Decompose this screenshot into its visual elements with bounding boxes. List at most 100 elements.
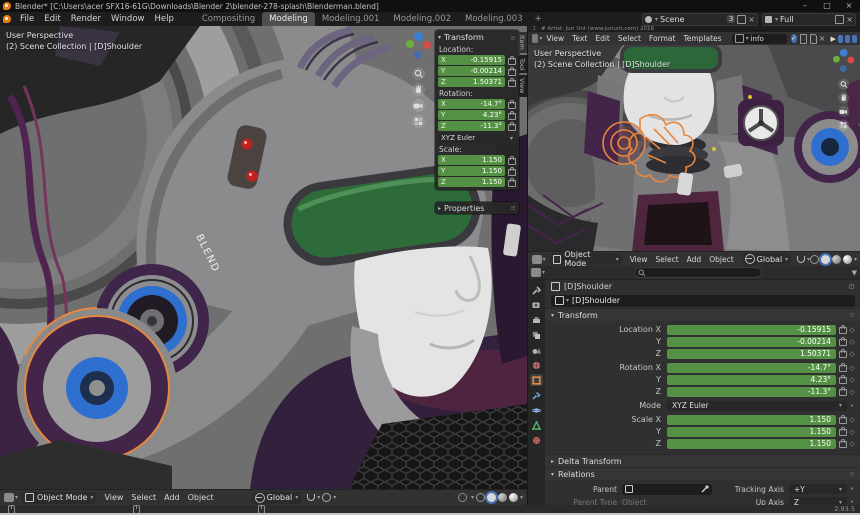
transform-panel-header[interactable]: Transform≡ bbox=[545, 308, 860, 321]
menu-file[interactable]: File bbox=[15, 12, 39, 26]
rotation-z-field[interactable]: Z-11.3° bbox=[438, 121, 505, 131]
tab-object-data[interactable] bbox=[530, 419, 543, 431]
tab-modeling-002[interactable]: Modeling.002 bbox=[386, 12, 458, 26]
scale-y-field[interactable]: Y1.150 bbox=[438, 166, 505, 176]
rotation-x-field[interactable]: X-14.7° bbox=[438, 99, 505, 109]
lock-icon[interactable] bbox=[508, 80, 516, 87]
keyframe-icon[interactable] bbox=[847, 364, 857, 372]
transform-panel-header[interactable]: Transform ≡ bbox=[438, 32, 516, 43]
keyframe-icon[interactable] bbox=[847, 326, 857, 334]
tab-tool[interactable] bbox=[530, 284, 543, 296]
sidebar-tab-tool[interactable]: Tool bbox=[518, 55, 527, 74]
scene-users-badge[interactable]: 3 bbox=[727, 15, 735, 23]
lock-icon[interactable] bbox=[839, 327, 847, 334]
viewport-left-canvas[interactable]: BLEND Us bbox=[0, 26, 527, 490]
navigation-gizmo[interactable] bbox=[403, 32, 433, 62]
editor-type-icon[interactable] bbox=[532, 255, 542, 264]
lock-icon[interactable] bbox=[508, 169, 516, 176]
menu-edit[interactable]: Edit bbox=[39, 12, 65, 26]
pan-hand-button[interactable] bbox=[838, 92, 849, 103]
register-check-icon[interactable]: ✓ bbox=[791, 34, 797, 43]
shading-rendered-button[interactable] bbox=[509, 493, 518, 502]
lock-icon[interactable] bbox=[839, 429, 847, 436]
axis-x-handle[interactable] bbox=[423, 41, 431, 49]
lock-icon[interactable] bbox=[839, 339, 847, 346]
mode-dropdown[interactable]: Object Mode ▾ bbox=[22, 492, 96, 504]
shading-wireframe-button[interactable] bbox=[476, 493, 485, 502]
rotation-x-field[interactable]: -14.7° bbox=[667, 363, 836, 373]
keyframe-icon[interactable] bbox=[847, 388, 857, 396]
location-z-field[interactable]: 1.50371 bbox=[667, 349, 836, 359]
orthographic-grid-button[interactable] bbox=[412, 115, 425, 128]
scale-z-field[interactable]: Z1.150 bbox=[438, 177, 505, 187]
lock-icon[interactable] bbox=[508, 180, 516, 187]
menu-select[interactable]: Select bbox=[127, 490, 160, 505]
breadcrumb-object-name[interactable]: [D]Shoulder bbox=[564, 282, 612, 291]
animate-dot[interactable]: • bbox=[847, 485, 857, 493]
tab-render[interactable] bbox=[530, 299, 543, 311]
rotation-mode-dropdown[interactable]: XYZ Euler▾ bbox=[667, 401, 847, 411]
new-scene-icon[interactable] bbox=[737, 15, 746, 24]
menu-view[interactable]: View bbox=[542, 31, 568, 46]
menu-object[interactable]: Object bbox=[705, 252, 737, 267]
location-y-field[interactable]: Y-0.00214 bbox=[438, 66, 505, 76]
editor-type-icon[interactable] bbox=[4, 493, 14, 502]
pin-icon[interactable]: ⊙ bbox=[848, 282, 855, 291]
menu-object[interactable]: Object bbox=[184, 490, 218, 505]
snap-magnet-icon[interactable] bbox=[797, 256, 805, 263]
sidebar-tab-item[interactable]: Item bbox=[518, 32, 527, 53]
add-workspace-button[interactable]: + bbox=[530, 12, 547, 26]
tab-view-layer[interactable] bbox=[530, 329, 543, 341]
tab-material[interactable] bbox=[530, 434, 543, 446]
transform-orientation-dropdown[interactable]: Global ▾ bbox=[252, 492, 302, 504]
keyframe-icon[interactable] bbox=[847, 440, 857, 448]
syntax-highlight-toggle[interactable] bbox=[852, 35, 857, 43]
axis-neg-handle[interactable] bbox=[414, 51, 422, 59]
editor-type-icon[interactable] bbox=[531, 268, 541, 277]
axis-y-handle[interactable] bbox=[406, 40, 414, 48]
word-wrap-toggle[interactable] bbox=[845, 35, 850, 43]
shading-material-button[interactable] bbox=[832, 255, 841, 264]
rotation-y-field[interactable]: Y4.23° bbox=[438, 110, 505, 120]
new-view-layer-icon[interactable] bbox=[835, 15, 844, 24]
editor-type-icon[interactable] bbox=[532, 34, 538, 43]
menu-format[interactable]: Format bbox=[645, 31, 679, 46]
zoom-button[interactable] bbox=[412, 67, 425, 80]
properties-search-input[interactable] bbox=[634, 267, 762, 278]
shading-solid-button[interactable] bbox=[821, 255, 830, 264]
keyframe-icon[interactable] bbox=[847, 416, 857, 424]
scene-selector[interactable]: ▾ Scene 3 × bbox=[642, 13, 758, 26]
rotation-z-field[interactable]: -11.3° bbox=[667, 387, 836, 397]
view-layer-selector[interactable]: ▾ Full × bbox=[762, 13, 856, 26]
location-x-field[interactable]: -0.15915 bbox=[667, 325, 836, 335]
parent-field[interactable] bbox=[622, 484, 712, 495]
menu-view[interactable]: View bbox=[100, 490, 127, 505]
scale-y-field[interactable]: 1.150 bbox=[667, 427, 836, 437]
eyedropper-icon[interactable] bbox=[701, 485, 709, 493]
transform-orientation-dropdown[interactable]: Global ▾ bbox=[742, 253, 792, 265]
menu-select[interactable]: Select bbox=[652, 252, 683, 267]
close-button[interactable]: × bbox=[838, 0, 860, 12]
navigation-gizmo[interactable] bbox=[831, 49, 857, 75]
tracking-axis-dropdown[interactable]: +Y▾ bbox=[789, 484, 847, 494]
lock-icon[interactable] bbox=[839, 441, 847, 448]
menu-edit[interactable]: Edit bbox=[591, 31, 614, 46]
axis-z-handle[interactable] bbox=[840, 49, 848, 57]
location-x-field[interactable]: X-0.15915 bbox=[438, 55, 505, 65]
axis-y-handle[interactable] bbox=[833, 56, 840, 63]
scale-z-field[interactable]: 1.150 bbox=[667, 439, 836, 449]
lock-icon[interactable] bbox=[508, 124, 516, 131]
keyframe-icon[interactable] bbox=[847, 338, 857, 346]
viewport-right-canvas[interactable]: User Perspective (2) Scene Collection | … bbox=[528, 45, 860, 252]
remove-view-layer-icon[interactable]: × bbox=[846, 16, 853, 23]
shading-wireframe-button[interactable] bbox=[810, 255, 819, 264]
tab-modeling[interactable]: Modeling bbox=[262, 12, 315, 26]
menu-text[interactable]: Text bbox=[568, 31, 591, 46]
menu-add[interactable]: Add bbox=[683, 252, 706, 267]
snap-magnet-icon[interactable] bbox=[307, 494, 315, 501]
orthographic-grid-button[interactable] bbox=[838, 120, 849, 131]
keyframe-icon[interactable] bbox=[847, 428, 857, 436]
sidebar-tab-view[interactable]: View bbox=[518, 75, 527, 96]
mode-dropdown[interactable]: Object Mode ▾ bbox=[550, 253, 622, 265]
scale-x-field[interactable]: 1.150 bbox=[667, 415, 836, 425]
